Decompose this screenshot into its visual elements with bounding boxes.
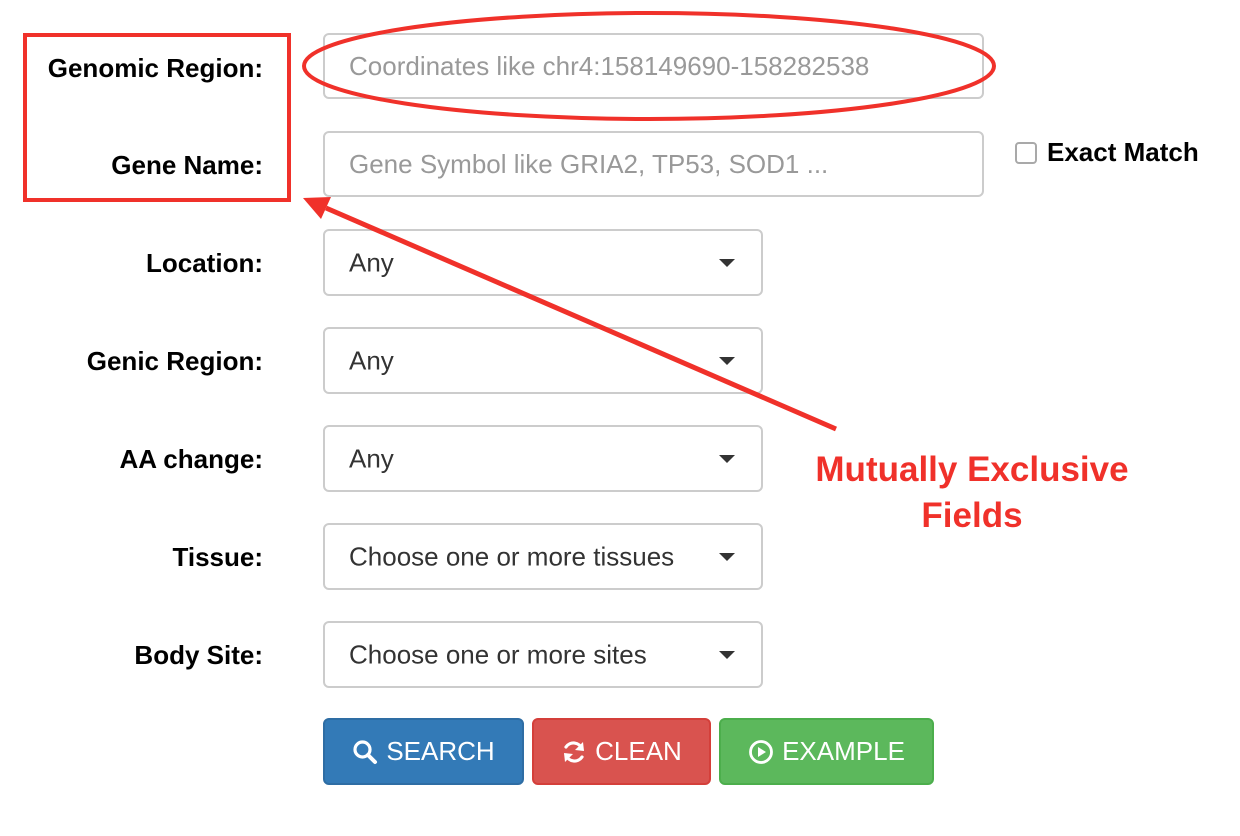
tissue-select[interactable]: Choose one or more tissues xyxy=(323,523,763,590)
clean-button[interactable]: CLEAN xyxy=(532,718,711,785)
caret-down-icon xyxy=(719,356,735,365)
aa-change-label: AA change: xyxy=(119,444,264,474)
search-button[interactable]: SEARCH xyxy=(323,718,524,785)
body-site-select-value: Choose one or more sites xyxy=(349,639,647,669)
location-select[interactable]: Any xyxy=(323,229,763,296)
genic-region-select-value: Any xyxy=(349,345,394,375)
exact-match-option[interactable]: Exact Match xyxy=(1015,137,1199,168)
body-site-select[interactable]: Choose one or more sites xyxy=(323,621,763,688)
refresh-icon xyxy=(561,739,587,765)
gene-name-input[interactable] xyxy=(323,131,984,197)
exact-match-checkbox[interactable] xyxy=(1015,141,1037,164)
caret-down-icon xyxy=(719,650,735,659)
genomic-region-input[interactable] xyxy=(323,33,984,99)
annotation-arrow-head xyxy=(303,197,331,219)
annotation-overlay xyxy=(23,11,996,432)
tissue-label: Tissue: xyxy=(172,542,263,572)
location-select-value: Any xyxy=(349,247,394,277)
genic-region-label: Genic Region: xyxy=(86,346,263,376)
location-label: Location: xyxy=(146,248,263,278)
gene-name-label: Gene Name: xyxy=(111,150,263,180)
caret-down-icon xyxy=(719,258,735,267)
annotation-line-1: Mutually Exclusive xyxy=(815,450,1129,489)
aa-change-select-value: Any xyxy=(349,443,394,473)
genic-region-select[interactable]: Any xyxy=(323,327,763,394)
mutually-exclusive-annotation: Mutually Exclusive Fields xyxy=(792,447,1152,539)
play-circle-icon xyxy=(748,739,774,765)
caret-down-icon xyxy=(719,552,735,561)
example-button[interactable]: EXAMPLE xyxy=(719,718,934,785)
clean-button-label: CLEAN xyxy=(595,736,682,766)
exact-match-label: Exact Match xyxy=(1047,137,1199,167)
search-button-label: SEARCH xyxy=(386,736,495,766)
example-button-label: EXAMPLE xyxy=(782,736,905,766)
tissue-select-value: Choose one or more tissues xyxy=(349,541,675,571)
caret-down-icon xyxy=(719,454,735,463)
annotation-line-2: Fields xyxy=(921,496,1023,535)
body-site-label: Body Site: xyxy=(134,640,263,670)
genomic-region-label: Genomic Region: xyxy=(47,53,263,83)
aa-change-select[interactable]: Any xyxy=(323,425,763,492)
search-icon xyxy=(352,739,378,765)
